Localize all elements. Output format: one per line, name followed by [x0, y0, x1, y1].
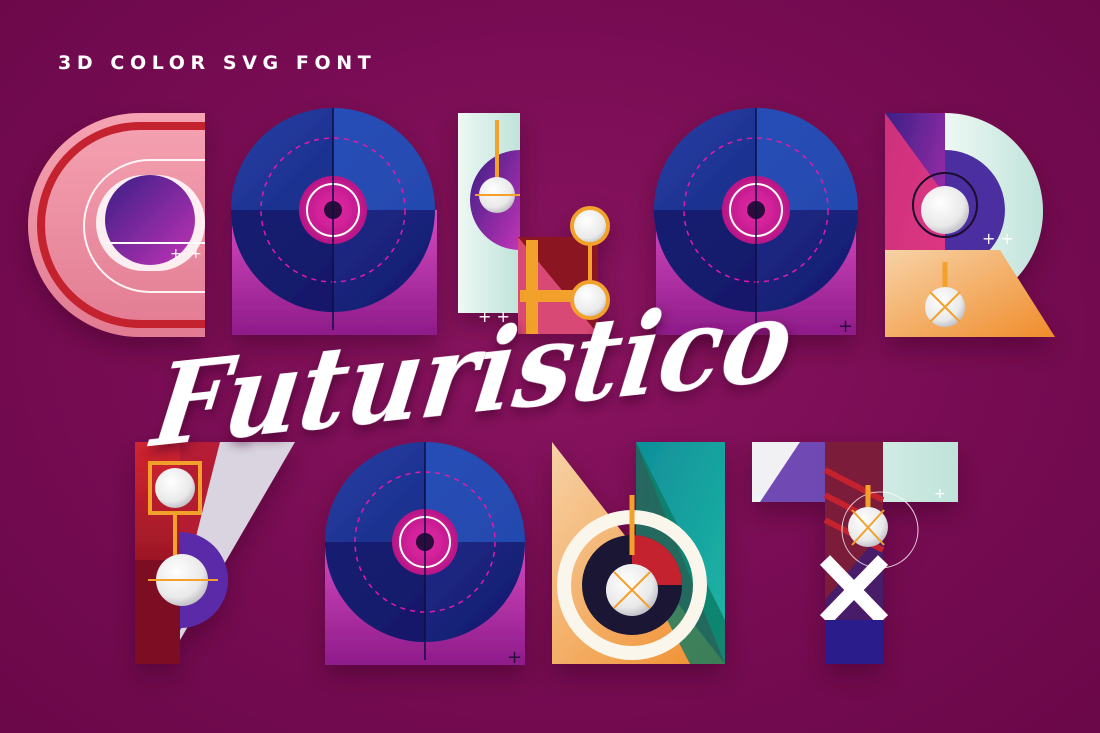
script-word: Futuristico	[143, 271, 801, 473]
font-showcase: 3D COLOR SVG FONT + + + + + + + + + Futu…	[0, 0, 1100, 733]
script-title: Futuristico	[143, 271, 801, 473]
